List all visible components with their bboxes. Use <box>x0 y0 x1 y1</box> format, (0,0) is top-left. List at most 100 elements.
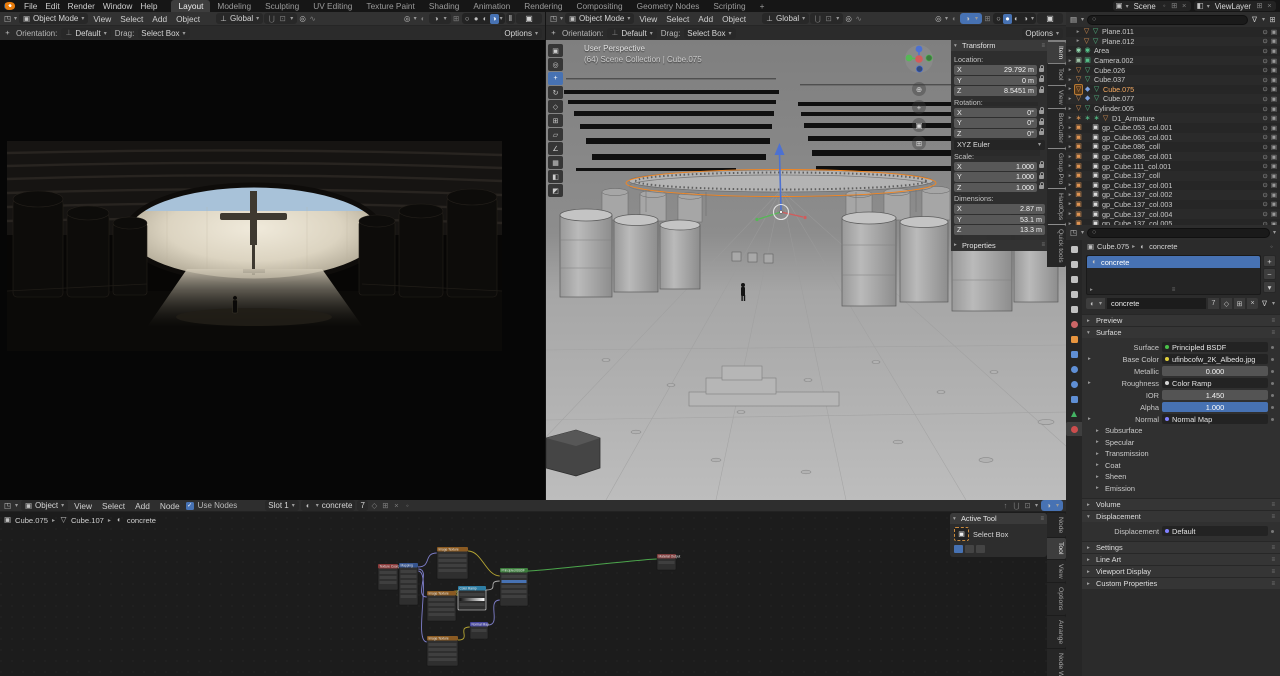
workspace-tab-rendering[interactable]: Rendering <box>517 0 569 12</box>
panel-settings[interactable]: ▸ Settings ≡ <box>1082 541 1280 553</box>
users-count-button[interactable]: 7 <box>1207 298 1219 309</box>
outliner-item-label[interactable]: gp_Cube.137_col.001 <box>1100 181 1172 190</box>
menu-edit[interactable]: Edit <box>41 0 63 12</box>
snap-dropdown[interactable]: ⋃ ⊡ ▾ <box>264 13 298 24</box>
shader-type-dropdown[interactable]: ▣ Object ▾ <box>21 500 69 511</box>
outliner-item-label[interactable]: Cube.037 <box>1092 75 1125 84</box>
expand-icon[interactable]: ▸ <box>1066 125 1074 131</box>
tool-measure-button[interactable]: ∠ <box>548 142 563 155</box>
outliner-item-label[interactable]: gp_Cube.086_coll <box>1100 142 1160 151</box>
outliner-item-label[interactable]: Plane.012 <box>1100 37 1134 46</box>
input-base-color[interactable]: ufinbcofw_2K_Albedo.jpg <box>1162 354 1268 364</box>
hide-in-viewport-icon[interactable]: ⊙ <box>1262 124 1267 132</box>
disable-in-renders-icon[interactable]: ▣ <box>1271 133 1277 141</box>
outliner-item-label[interactable]: gp_Cube.086_col.001 <box>1100 152 1172 161</box>
disable-in-renders-icon[interactable]: ▣ <box>1271 200 1277 208</box>
workspace-tab-animation[interactable]: Animation <box>466 0 517 12</box>
workspace-tab-uv-editing[interactable]: UV Editing <box>306 0 359 12</box>
properties-tab-modifiers[interactable] <box>1066 347 1082 361</box>
transform-value-field[interactable]: Z 8.5451 m <box>954 86 1037 96</box>
lock-icon[interactable] <box>1039 107 1045 115</box>
shading-wireframe-icon[interactable]: ○ <box>463 14 472 24</box>
sidebar-tab-tool[interactable]: Tool <box>1047 64 1066 85</box>
transform-panel-header[interactable]: ▾ Transform ≡ <box>951 40 1048 51</box>
new-collection-icon[interactable]: ⊞ <box>1268 15 1277 25</box>
viewport-render-button[interactable]: ▣ <box>516 13 542 24</box>
properties-tab-output[interactable] <box>1066 272 1082 286</box>
expand-icon[interactable]: ▸ <box>1090 287 1093 293</box>
hide-in-viewport-icon[interactable]: ⊙ <box>1262 57 1267 65</box>
panel-line-art[interactable]: ▸ Line Art ≡ <box>1082 553 1280 565</box>
panel-viewport-display[interactable]: ▸ Viewport Display ≡ <box>1082 565 1280 577</box>
transform-value-field[interactable]: X 1.000 <box>954 161 1037 171</box>
workspace-tab-compositing[interactable]: Compositing <box>570 0 630 12</box>
outliner-row[interactable]: ▸ ∗ ∗ ∗ ▽ D1_Armature ⊙ ▣ <box>1066 113 1280 123</box>
expand-icon[interactable]: ▸ <box>1066 192 1074 198</box>
node-tab-node-wrang[interactable]: Node Wrang <box>1047 648 1066 676</box>
new-material-icon[interactable]: ⊞ <box>381 501 390 511</box>
slot-dropdown[interactable]: Slot 1 ▾ <box>265 500 299 511</box>
snap-target-icon[interactable]: ⊡ <box>1023 501 1032 511</box>
outliner-row[interactable]: ▸ ▣ ▣ gp_Cube.086_col.001 ⊙ ▣ <box>1066 151 1280 162</box>
outliner-item-label[interactable]: gp_Cube.063_col.001 <box>1100 133 1172 142</box>
hide-in-viewport-icon[interactable]: ⊙ <box>1262 172 1267 180</box>
subpanel-specular[interactable]: ▸ Specular <box>1088 437 1274 449</box>
lock-icon[interactable] <box>1039 161 1045 169</box>
hide-in-viewport-icon[interactable]: ⊙ <box>1262 105 1267 113</box>
transform-value-field[interactable]: Z 1.000 <box>954 182 1037 192</box>
delete-scene-icon[interactable]: × <box>1180 1 1189 11</box>
breadcrumb-material[interactable]: concrete <box>1149 242 1177 251</box>
grid-toggle-icon[interactable]: ⊞ <box>983 14 992 24</box>
expand-icon[interactable]: ▸ <box>1088 416 1094 422</box>
disable-in-renders-icon[interactable]: ▣ <box>1271 181 1277 189</box>
browse-material-button[interactable]: ◐ ▾ <box>1086 298 1106 309</box>
expand-icon[interactable]: ▸ <box>1066 163 1074 169</box>
outliner-row[interactable]: ▸ ▣ ▣ gp_Cube.111_col.001 ⊙ ▣ <box>1066 161 1280 171</box>
breadcrumb-item[interactable]: Cube.075 <box>15 516 48 525</box>
hide-in-viewport-icon[interactable]: ⊙ <box>1262 28 1267 36</box>
menu-window[interactable]: Window <box>99 0 137 12</box>
properties-tab-scene[interactable] <box>1066 302 1082 316</box>
subpanel-transmission[interactable]: ▸ Transmission <box>1088 448 1274 460</box>
lock-icon[interactable] <box>1039 85 1045 93</box>
orientation-dropdown[interactable]: ⊥ Global ▾ <box>216 13 264 24</box>
pin-icon[interactable]: ◦ <box>403 501 412 511</box>
workspace-tab-modeling[interactable]: Modeling <box>210 0 258 12</box>
unlink-material-button[interactable]: × <box>1246 298 1258 309</box>
outliner-item-label[interactable]: gp_Cube.137_coll <box>1100 171 1160 180</box>
expand-icon[interactable]: ▸ <box>1066 115 1074 121</box>
hide-in-viewport-icon[interactable]: ⊙ <box>1262 66 1267 74</box>
expand-icon[interactable]: ▸ <box>1066 58 1074 64</box>
lock-icon[interactable] <box>1039 171 1045 179</box>
outliner-item-label[interactable]: Cube.075 <box>1101 85 1134 94</box>
outliner-row[interactable]: ▸ ▣ ▣ gp_Cube.137_col.004 ⊙ ▣ <box>1066 209 1280 219</box>
transform-value-field[interactable]: X 2.87 m <box>954 204 1045 214</box>
menu-render[interactable]: Render <box>64 0 99 12</box>
disable-in-renders-icon[interactable]: ▣ <box>1271 105 1277 113</box>
slider-alpha[interactable]: 1.000 <box>1162 402 1268 412</box>
outliner-row[interactable]: ▸ ▽ ▽ Plane.011 ⊙ ▣ <box>1066 27 1280 37</box>
expand-icon[interactable]: ▸ <box>1066 67 1074 73</box>
properties-tab-render[interactable] <box>1066 257 1082 271</box>
outliner-search-input[interactable]: ○ <box>1087 14 1248 25</box>
node-tab-node[interactable]: Node <box>1047 513 1066 538</box>
lock-icon[interactable] <box>1039 64 1045 72</box>
outliner-item-label[interactable]: gp_Cube.137_col.004 <box>1100 210 1172 219</box>
outliner-row[interactable]: ▸ ▽ ▽ Cube.026 ⊙ ▣ <box>1066 65 1280 75</box>
outliner-item-label[interactable]: gp_Cube.137_col.002 <box>1100 190 1172 199</box>
disable-in-renders-icon[interactable]: ▣ <box>1271 143 1277 151</box>
decorator-icon[interactable] <box>1271 393 1274 397</box>
slot-specials-button[interactable]: ▾ <box>1263 281 1276 293</box>
transform-value-field[interactable]: X 29.792 m <box>954 65 1037 75</box>
material-datablock[interactable]: ◐ ▾ concrete <box>300 500 356 511</box>
tool-add-cube-button[interactable]: ▦ <box>548 156 563 169</box>
workspace-tab-shading[interactable]: Shading <box>422 0 466 12</box>
rotation-mode-dropdown[interactable]: XYZ Euler ▾ <box>954 140 1045 150</box>
viewlayer-selector[interactable]: ◧ ▾ ViewLayer ⊞ × <box>1193 1 1276 11</box>
outliner-row[interactable]: ▸ ▣ ▣ gp_Cube.086_coll ⊙ ▣ <box>1066 142 1280 152</box>
outliner-row[interactable]: ▸ ▣ ▣ gp_Cube.137_col.002 ⊙ ▣ <box>1066 190 1280 200</box>
menu-node[interactable]: Node <box>156 500 184 512</box>
panel-volume[interactable]: ▸ Volume ≡ <box>1082 498 1280 510</box>
properties-tab-tool[interactable] <box>1066 242 1082 256</box>
input-surface[interactable]: Principled BSDF <box>1162 342 1268 352</box>
